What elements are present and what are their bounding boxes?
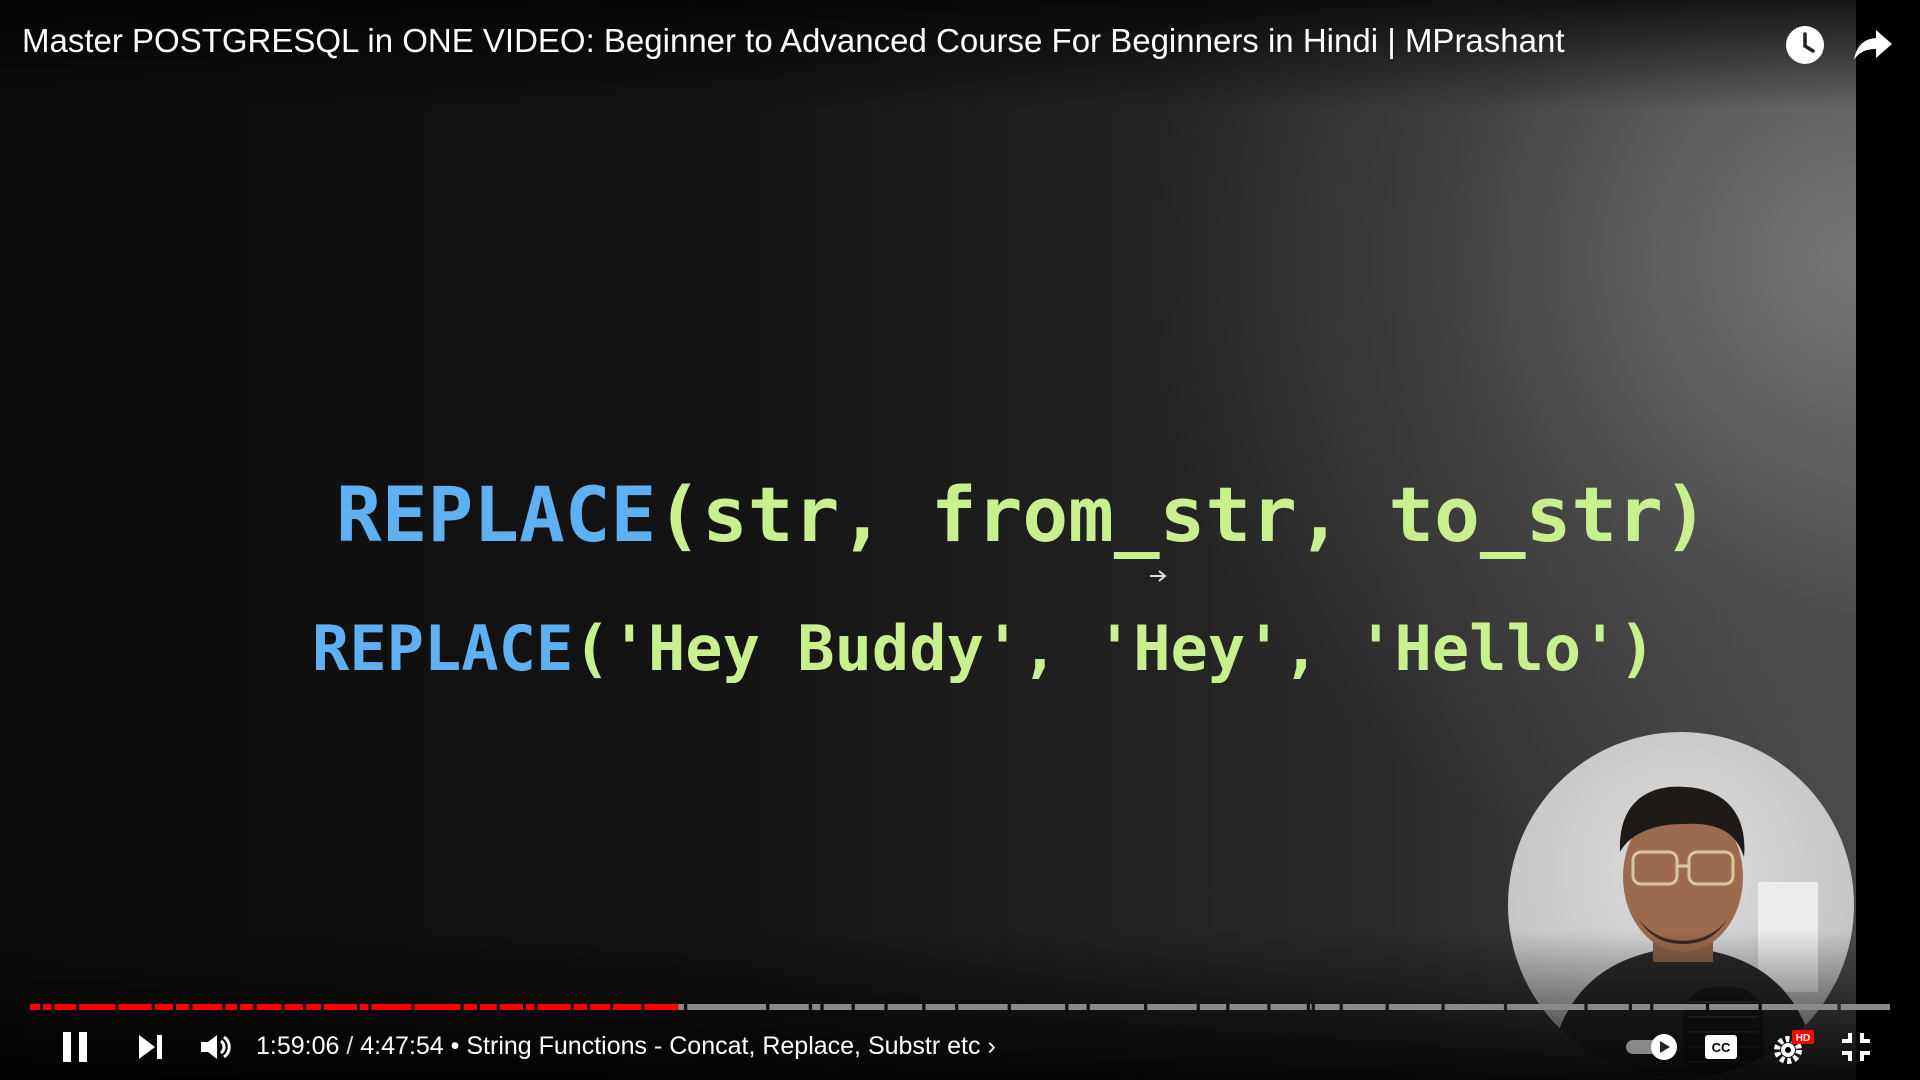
played-segment[interactable] — [644, 1004, 679, 1010]
played-segment[interactable] — [240, 1004, 254, 1010]
chapter-segment[interactable] — [1068, 1004, 1087, 1010]
progress-segments[interactable] — [30, 1004, 1890, 1010]
time-display: 1:59:06 / 4:47:54 • String Functions - C… — [256, 1032, 996, 1061]
played-segment[interactable] — [371, 1004, 412, 1010]
chapter-segment[interactable] — [823, 1004, 852, 1010]
exit-fullscreen-icon — [1842, 1033, 1870, 1061]
next-icon — [139, 1035, 162, 1059]
played-segment[interactable] — [480, 1004, 497, 1010]
pause-icon — [63, 1032, 87, 1062]
chapter-segment[interactable] — [1444, 1004, 1504, 1010]
played-segment[interactable] — [526, 1004, 535, 1010]
hd-label: HD — [1796, 1033, 1810, 1044]
played-segment[interactable] — [537, 1004, 571, 1010]
duration: 4:47:54 — [360, 1032, 444, 1060]
current-time: 1:59:06 — [256, 1032, 340, 1060]
played-segment[interactable] — [613, 1004, 642, 1010]
played-segment[interactable] — [463, 1004, 477, 1010]
chapter-segment[interactable] — [1587, 1004, 1629, 1010]
volume-icon — [201, 1035, 231, 1059]
code-line-syntax: REPLACE(str, from_str, to_str) — [336, 470, 1709, 559]
chapter-segment[interactable] — [958, 1004, 1008, 1010]
chevron-right-icon: › — [987, 1032, 996, 1060]
played-segment[interactable] — [176, 1004, 190, 1010]
chapter-segment[interactable] — [1761, 1004, 1838, 1010]
chapter-segment[interactable] — [769, 1004, 809, 1010]
function-args: ('Hey Buddy', 'Hey', 'Hello') — [573, 612, 1656, 685]
chapter-segment[interactable] — [1388, 1004, 1442, 1010]
played-segment[interactable] — [225, 1004, 238, 1010]
chapter-segment[interactable] — [1653, 1004, 1706, 1010]
video-frame[interactable]: REPLACE(str, from_str, to_str) REPLACE('… — [0, 0, 1856, 1080]
autoplay-toggle-icon — [1626, 1034, 1677, 1060]
clock-icon[interactable] — [1782, 22, 1828, 68]
chapter-segment[interactable] — [1147, 1004, 1197, 1010]
time-separator: / — [346, 1032, 354, 1060]
played-segment[interactable] — [256, 1004, 282, 1010]
chapter-segment[interactable] — [1199, 1004, 1227, 1010]
played-segment[interactable] — [414, 1004, 461, 1010]
function-name: REPLACE — [336, 470, 657, 559]
played-segment[interactable] — [192, 1004, 223, 1010]
chapter-segment[interactable] — [925, 1004, 956, 1010]
played-segment[interactable] — [573, 1004, 588, 1010]
cc-icon: CC — [1705, 1035, 1737, 1059]
next-button[interactable] — [130, 1030, 170, 1064]
chapter-segment[interactable] — [854, 1004, 885, 1010]
chapter-segment[interactable] — [1089, 1004, 1145, 1010]
played-segment[interactable] — [306, 1004, 321, 1010]
chapter-bullet: • — [450, 1032, 460, 1060]
pause-button[interactable] — [54, 1026, 96, 1068]
chapter-segment[interactable] — [1314, 1004, 1340, 1010]
played-segment[interactable] — [324, 1004, 357, 1010]
function-args: (str, from_str, to_str) — [656, 470, 1709, 559]
settings-button[interactable]: HD — [1770, 1028, 1816, 1066]
chapter-segment[interactable] — [887, 1004, 923, 1010]
chapter-segment[interactable] — [1840, 1004, 1890, 1010]
chapter-segment[interactable] — [1507, 1004, 1585, 1010]
chapter-segment[interactable] — [1342, 1004, 1386, 1010]
played-segment[interactable] — [118, 1004, 152, 1010]
cc-label: CC — [1712, 1040, 1731, 1055]
chapter-title-button[interactable]: String Functions - Concat, Replace, Subs… — [466, 1032, 995, 1060]
mouse-cursor-icon — [1150, 570, 1167, 582]
chapter-segment[interactable] — [812, 1004, 821, 1010]
code-line-example: REPLACE('Hey Buddy', 'Hey', 'Hello') — [312, 612, 1656, 685]
played-segment[interactable] — [499, 1004, 523, 1010]
exit-fullscreen-button[interactable] — [1836, 1030, 1876, 1064]
autoplay-toggle[interactable] — [1624, 1032, 1680, 1062]
gear-icon: HD — [1774, 1030, 1814, 1064]
played-segment[interactable] — [79, 1004, 116, 1010]
played-segment[interactable] — [360, 1004, 369, 1010]
played-segment[interactable] — [54, 1004, 77, 1010]
captions-button[interactable]: CC — [1702, 1032, 1740, 1062]
chapter-segment[interactable] — [1309, 1004, 1312, 1010]
played-segment[interactable] — [154, 1004, 173, 1010]
played-segment[interactable] — [284, 1004, 303, 1010]
function-name: REPLACE — [312, 612, 574, 685]
chapter-segment[interactable] — [1270, 1004, 1307, 1010]
volume-button[interactable] — [196, 1030, 236, 1064]
share-icon[interactable] — [1850, 22, 1896, 68]
played-segment[interactable] — [590, 1004, 611, 1010]
chapter-title: String Functions - Concat, Replace, Subs… — [466, 1032, 981, 1060]
top-overlay: Master POSTGRESQL in ONE VIDEO: Beginner… — [0, 0, 1920, 110]
played-segment[interactable] — [30, 1004, 40, 1010]
chapter-segment[interactable] — [687, 1004, 767, 1010]
video-title[interactable]: Master POSTGRESQL in ONE VIDEO: Beginner… — [22, 22, 1565, 60]
chapter-segment[interactable] — [1709, 1004, 1759, 1010]
chapter-segment[interactable] — [1010, 1004, 1066, 1010]
progress-bar[interactable] — [30, 1004, 1890, 1010]
video-player[interactable]: REPLACE(str, from_str, to_str) REPLACE('… — [0, 0, 1920, 1080]
played-segment[interactable] — [43, 1004, 52, 1010]
chapter-segment[interactable] — [1229, 1004, 1268, 1010]
chapter-segment[interactable] — [1632, 1004, 1651, 1010]
